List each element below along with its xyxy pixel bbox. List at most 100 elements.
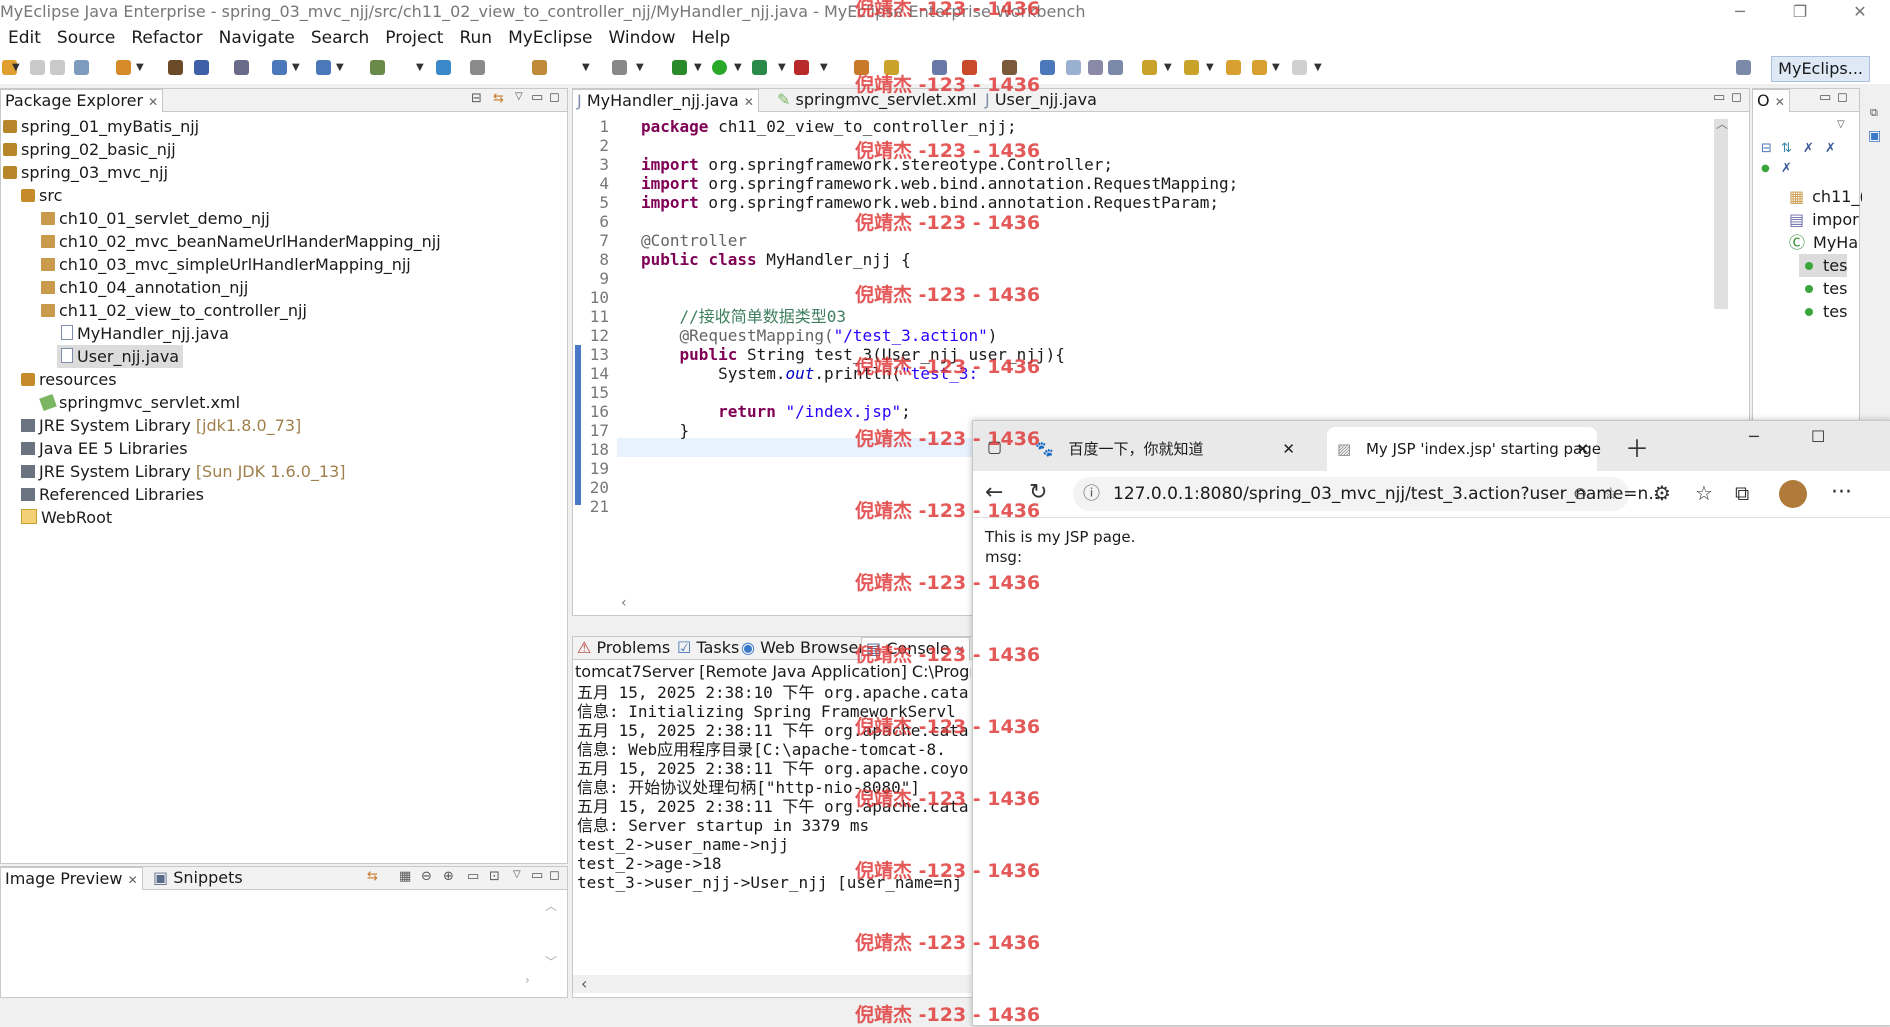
chevron-down-icon[interactable]: ▼ [1272,62,1280,73]
tree-item-package[interactable]: ch10_04_annotation_njj [41,276,248,299]
tree-item-library[interactable]: Java EE 5 Libraries [21,437,188,460]
close-icon[interactable]: ✕ [744,95,754,109]
deploy-icon[interactable] [168,60,183,75]
tree-item-xml-file[interactable]: springmvc_servlet.xml [39,391,240,414]
editor-vscrollbar[interactable] [1714,119,1728,309]
refresh-icon[interactable] [470,60,485,75]
sort-icon[interactable]: ⇅ [1781,141,1792,156]
chevron-down-icon[interactable]: ▼ [336,62,344,73]
tree-item-project[interactable]: spring_01_myBatis_njj [3,115,199,138]
collapse-all-icon[interactable]: ⊟ [1761,141,1772,156]
open-console-icon[interactable] [612,60,627,75]
collapse-all-icon[interactable]: ⊟ [471,91,482,106]
minimize-button[interactable]: ─ [1749,427,1759,446]
favorites-icon[interactable]: ☆ [1695,481,1713,505]
address-bar[interactable]: ⓘ 127.0.0.1:8080/spring_03_mvc_njj/test_… [1073,477,1665,511]
web-service-icon[interactable] [272,60,287,75]
browser-icon[interactable] [436,60,451,75]
print-icon[interactable] [74,60,89,75]
view-menu-icon[interactable]: ▽ [513,869,521,880]
task-list-icon[interactable]: ▣ [1868,128,1881,144]
chevron-down-icon[interactable]: ▼ [416,62,424,73]
menu-refactor[interactable]: Refactor [123,26,210,50]
scroll-up-icon[interactable]: ︿ [545,897,557,914]
hide-static-icon[interactable]: ✗ [1825,141,1836,156]
tree-item-package[interactable]: ch10_03_mvc_simpleUrlHandlerMapping_njj [41,253,411,276]
minimize-button[interactable]: ─ [1715,0,1765,24]
search-icon[interactable] [316,60,331,75]
tab-tasks[interactable]: ☑ Tasks [673,637,743,659]
show-whitespace-icon[interactable] [1088,60,1103,75]
scroll-left-icon[interactable]: ‹ [581,974,587,993]
maximize-view-icon[interactable]: ◻ [1731,90,1742,105]
server-icon[interactable] [234,60,249,75]
minimize-view-icon[interactable]: ▭ [1713,90,1725,105]
menu-source[interactable]: Source [49,26,123,50]
original-size-icon[interactable]: ▭ [467,869,479,884]
menu-help[interactable]: Help [683,26,738,50]
new-server-icon[interactable] [116,60,131,75]
tab-web-browser[interactable]: ◉ Web Browser [737,637,869,659]
view-menu-icon[interactable]: ▽ [515,91,523,102]
last-edit-icon[interactable] [1226,60,1241,75]
fit-window-icon[interactable]: ⊡ [489,869,500,884]
save-icon[interactable] [30,60,45,75]
close-icon[interactable]: ✕ [1282,427,1295,471]
tree-item-library[interactable]: JRE System Library [Sun JDK 1.6.0_13] [21,460,346,483]
tree-item-project[interactable]: spring_03_mvc_njj [3,161,168,184]
browser-tab-jsp[interactable]: ▨ My JSP 'index.jsp' starting page ✕ [1327,427,1601,471]
maximize-button[interactable]: ☐ [1811,427,1825,446]
tree-item-library[interactable]: Referenced Libraries [21,483,204,506]
close-icon[interactable]: ✕ [148,95,158,109]
avatar[interactable] [1779,480,1807,508]
chevron-down-icon[interactable]: ▼ [636,62,644,73]
chevron-down-icon[interactable]: ▼ [136,62,144,73]
extensions-icon[interactable]: ⚙ [1653,481,1671,505]
tab-outline[interactable]: O ✕ [1752,89,1790,112]
zoom-icon[interactable]: ⊖ [1573,477,1587,511]
maximize-view-icon[interactable]: ◻ [1837,90,1848,105]
close-icon[interactable]: ✕ [128,873,138,887]
tree-item-java-file[interactable]: MyHandler_njj.java [61,322,229,345]
prev-annotation-icon[interactable] [1184,60,1199,75]
info-icon[interactable]: ⓘ [1083,477,1100,511]
sync-icon[interactable]: ⇆ [367,869,378,884]
tree-item-project[interactable]: spring_02_basic_njj [3,138,176,161]
tab-package-explorer[interactable]: Package Explorer ✕ [0,89,164,112]
new-java-class-icon[interactable] [532,60,547,75]
chevron-down-icon[interactable]: ▼ [1314,62,1322,73]
open-perspective-icon[interactable] [1736,60,1751,75]
minimize-view-icon[interactable]: ▭ [1819,90,1831,105]
chevron-down-icon[interactable]: ▼ [582,62,590,73]
maximize-view-icon[interactable]: ◻ [549,90,560,105]
tree-item-package[interactable]: ch10_02_mvc_beanNameUrlHanderMapping_njj [41,230,441,253]
tree-item-java-file-selected[interactable]: User_njj.java [57,345,184,368]
run-icon[interactable] [712,60,727,75]
menu-run[interactable]: Run [451,26,500,50]
next-annotation-icon[interactable] [1142,60,1157,75]
outline-item-class[interactable]: Ⓒ MyHa [1789,231,1858,254]
tree-item-package[interactable]: ch11_02_view_to_controller_njj [41,299,307,322]
menu-window[interactable]: Window [600,26,683,50]
perspective-switch[interactable]: MyEclips... [1771,56,1870,82]
more-options-icon[interactable]: ··· [1831,481,1852,505]
chevron-down-icon[interactable]: ▼ [820,62,828,73]
forward-icon[interactable] [1292,60,1307,75]
tab-image-preview[interactable]: Image Preview ✕ [0,867,143,890]
chevron-down-icon[interactable]: ▼ [694,62,702,73]
menu-myeclipse[interactable]: MyEclipse [500,26,600,50]
run-history-icon[interactable] [752,60,767,75]
chevron-down-icon[interactable]: ▼ [734,62,742,73]
maximize-view-icon[interactable]: ◻ [549,868,560,883]
tree-item-package[interactable]: ch10_01_servlet_demo_njj [41,207,270,230]
collections-icon[interactable]: ⧉ [1735,481,1749,505]
tab-problems[interactable]: ⚠ Problems [573,637,674,659]
tree-item-folder[interactable]: WebRoot [21,506,112,529]
tree-item-library[interactable]: JRE System Library [jdk1.8.0_73] [21,414,301,437]
scroll-right-icon[interactable]: › [525,973,530,987]
block-selection-icon[interactable] [1066,60,1081,75]
save-all-icon[interactable] [50,60,65,75]
zoom-in-icon[interactable]: ⊕ [443,869,454,884]
restore-icon[interactable]: ⧉ [1870,106,1878,120]
back-icon[interactable] [1252,60,1267,75]
